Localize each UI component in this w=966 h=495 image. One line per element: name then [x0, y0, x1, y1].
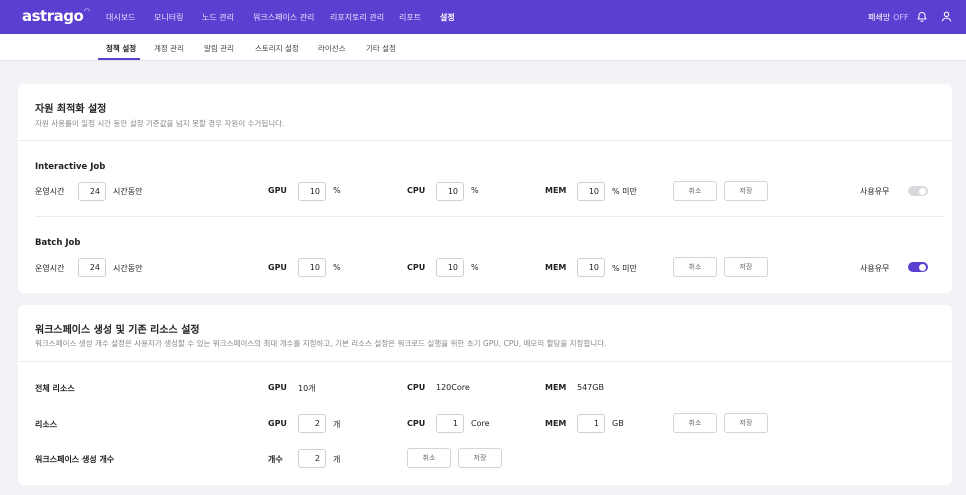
workspace-count-input[interactable]: 2 [298, 449, 326, 468]
total-mem-label: MEM [545, 383, 567, 392]
batch-runtime-label: 운영시간 [35, 264, 65, 273]
toggle-knob [919, 187, 926, 195]
batch-cpu-label: CPU [407, 263, 426, 272]
tab-storage-settings[interactable]: 스토리지 설정 [255, 43, 299, 54]
workspace-count-label: 워크스페이스 생성 개수 [35, 455, 115, 464]
resource-mem-input[interactable]: 1 [577, 414, 605, 433]
airgap-toggle[interactable]: 폐쇄망 OFF [868, 12, 909, 23]
interactive-use-label: 사용유무 [860, 187, 890, 196]
resource-cpu-input[interactable]: 1 [436, 414, 464, 433]
interactive-gpu-unit: % [333, 186, 341, 195]
batch-runtime-input[interactable]: 24 [78, 258, 106, 277]
tab-alert-management[interactable]: 알림 관리 [204, 43, 234, 54]
nav-item-monitoring[interactable]: 모니터링 [154, 12, 183, 23]
interactive-runtime-label: 운영시간 [35, 187, 65, 196]
interactive-gpu-input[interactable]: 10 [298, 182, 326, 201]
logo-text: astrago [22, 7, 84, 25]
batch-use-toggle[interactable] [908, 262, 928, 272]
nav-item-settings[interactable]: 설정 [440, 12, 455, 23]
interactive-cpu-unit: % [471, 186, 479, 195]
airgap-label: 폐쇄망 [868, 13, 891, 22]
workspace-count-save-button[interactable]: 저장 [458, 448, 502, 468]
airgap-state: OFF [893, 13, 909, 22]
workspace-count-unit: 개 [333, 455, 341, 464]
interactive-save-button[interactable]: 저장 [724, 181, 768, 201]
user-icon[interactable] [940, 10, 953, 23]
batch-gpu-input[interactable]: 10 [298, 258, 326, 277]
workspace-settings-desc: 워크스페이스 생성 개수 설정은 사용자가 생성할 수 있는 워크스페이스의 최… [35, 339, 607, 348]
resource-label: 리소스 [35, 420, 58, 429]
resource-gpu-unit: 개 [333, 420, 341, 429]
resource-mem-label: MEM [545, 419, 567, 428]
active-tab-indicator [98, 58, 140, 60]
workspace-count-cancel-button[interactable]: 취소 [407, 448, 451, 468]
divider [18, 361, 952, 362]
interactive-runtime-input[interactable]: 24 [78, 182, 106, 201]
workspace-count-field-label: 개수 [268, 455, 283, 464]
interactive-mem-unit: % 미만 [612, 187, 637, 196]
resource-optimization-desc: 자원 사용률이 일정 시간 동안 설정 기준값을 넘지 못할 경우 자원이 수거… [35, 119, 285, 128]
interactive-mem-label: MEM [545, 186, 567, 195]
batch-runtime-unit: 시간동안 [113, 264, 143, 273]
nav-item-node-management[interactable]: 노드 관리 [202, 12, 234, 23]
bell-icon[interactable] [916, 11, 928, 23]
batch-mem-input[interactable]: 10 [577, 258, 605, 277]
interactive-runtime-unit: 시간동안 [113, 187, 143, 196]
nav-item-workspace-management[interactable]: 워크스페이스 관리 [253, 12, 314, 23]
total-cpu-label: CPU [407, 383, 426, 392]
interactive-job-title: Interactive Job [35, 162, 106, 172]
interactive-gpu-label: GPU [268, 186, 287, 195]
resource-cpu-unit: Core [471, 419, 490, 428]
nav-item-dashboard[interactable]: 대시보드 [106, 12, 135, 23]
batch-cpu-input[interactable]: 10 [436, 258, 464, 277]
total-cpu-value: 120Core [436, 383, 470, 392]
tab-license[interactable]: 라이선스 [318, 43, 346, 54]
workspace-settings-title: 워크스페이스 생성 및 기존 리소스 설정 [35, 325, 200, 336]
interactive-mem-input[interactable]: 10 [577, 182, 605, 201]
batch-gpu-label: GPU [268, 263, 287, 272]
batch-use-label: 사용유무 [860, 264, 890, 273]
top-navbar: astrago◠ 대시보드 모니터링 노드 관리 워크스페이스 관리 리포지토리… [0, 0, 966, 34]
nav-item-repository-management[interactable]: 리포지토리 관리 [330, 12, 384, 23]
total-gpu-value: 10개 [298, 384, 316, 393]
divider [18, 140, 952, 141]
interactive-cancel-button[interactable]: 취소 [673, 181, 717, 201]
tab-other-settings[interactable]: 기타 설정 [366, 43, 396, 54]
interactive-use-toggle[interactable] [908, 186, 928, 196]
divider [35, 216, 944, 217]
nav-item-report[interactable]: 리포트 [399, 12, 421, 23]
batch-save-button[interactable]: 저장 [724, 257, 768, 277]
resource-cancel-button[interactable]: 취소 [673, 413, 717, 433]
batch-mem-label: MEM [545, 263, 567, 272]
batch-cpu-unit: % [471, 263, 479, 272]
interactive-cpu-input[interactable]: 10 [436, 182, 464, 201]
resource-optimization-title: 자원 최적화 설정 [35, 104, 107, 115]
logo[interactable]: astrago◠ [22, 7, 90, 25]
total-mem-value: 547GB [577, 383, 604, 392]
batch-cancel-button[interactable]: 취소 [673, 257, 717, 277]
total-resource-label: 전체 리소스 [35, 384, 75, 393]
workspace-settings-card: 워크스페이스 생성 및 기존 리소스 설정 워크스페이스 생성 개수 설정은 사… [18, 305, 952, 485]
resource-gpu-label: GPU [268, 419, 287, 428]
resource-gpu-input[interactable]: 2 [298, 414, 326, 433]
resource-cpu-label: CPU [407, 419, 426, 428]
resource-mem-unit: GB [612, 419, 624, 428]
resource-save-button[interactable]: 저장 [724, 413, 768, 433]
tab-account-management[interactable]: 계정 관리 [154, 43, 184, 54]
toggle-knob [919, 263, 926, 271]
resource-optimization-card: 자원 최적화 설정 자원 사용률이 일정 시간 동안 설정 기준값을 넘지 못할… [18, 84, 952, 293]
logo-mark-icon: ◠ [84, 7, 90, 15]
total-gpu-label: GPU [268, 383, 287, 392]
batch-gpu-unit: % [333, 263, 341, 272]
batch-job-title: Batch Job [35, 238, 81, 248]
interactive-cpu-label: CPU [407, 186, 426, 195]
tab-policy-settings[interactable]: 정책 설정 [106, 43, 136, 54]
batch-mem-unit: % 미만 [612, 264, 637, 273]
sub-navbar: 정책 설정 계정 관리 알림 관리 스토리지 설정 라이선스 기타 설정 [0, 34, 966, 61]
